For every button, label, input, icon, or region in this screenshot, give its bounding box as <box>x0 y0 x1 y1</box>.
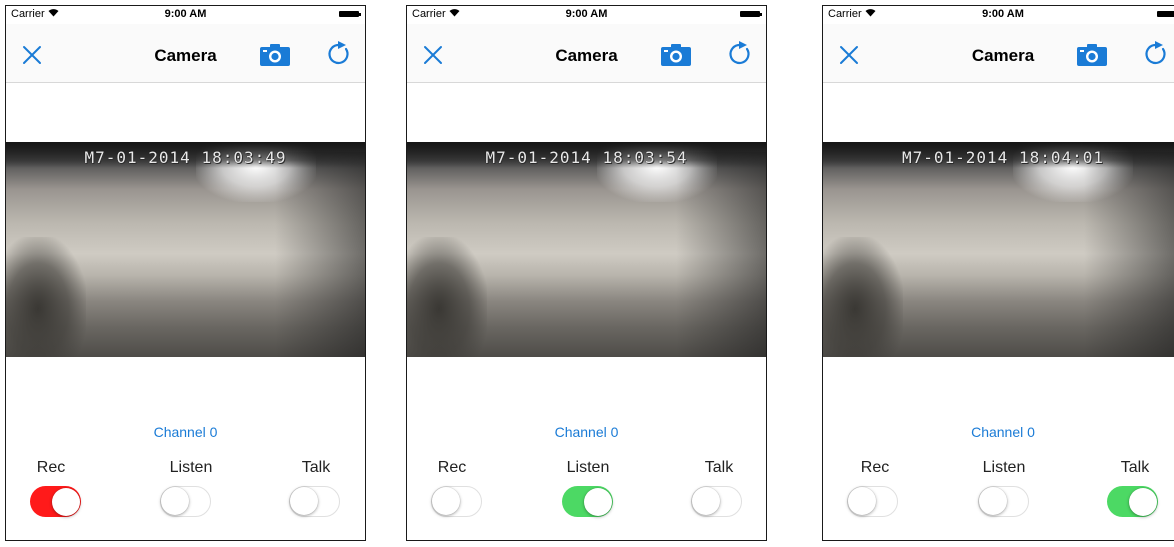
camera-icon[interactable] <box>1077 44 1107 66</box>
video-edge-shadow <box>1084 152 1174 357</box>
talk-switch[interactable] <box>289 486 340 517</box>
nav-bar: Camera <box>6 24 365 83</box>
battery-icon <box>740 11 762 17</box>
video-timestamp: M7-01-2014 18:03:49 <box>84 148 287 167</box>
rec-label: Rec <box>860 459 890 476</box>
talk-label: Talk <box>704 459 734 476</box>
listen-switch[interactable] <box>978 486 1029 517</box>
listen-label: Listen <box>169 459 213 476</box>
screen-listen: Carrier 9:00 AM Camera M7-01-2014 18:03:… <box>406 5 767 541</box>
camera-icon[interactable] <box>260 44 290 66</box>
video-shadow <box>407 237 487 357</box>
listen-label: Listen <box>982 459 1026 476</box>
switch-knob <box>692 487 720 515</box>
video-shadow <box>823 237 903 357</box>
talk-label: Talk <box>301 459 331 476</box>
refresh-icon[interactable] <box>1142 40 1170 68</box>
video-edge-shadow <box>275 152 365 357</box>
rec-label: Rec <box>36 459 66 476</box>
channel-link[interactable]: Channel 0 <box>6 424 365 440</box>
nav-bar: Camera <box>823 24 1174 83</box>
camera-icon[interactable] <box>661 44 691 66</box>
listen-label: Listen <box>566 459 610 476</box>
listen-switch[interactable] <box>562 486 613 517</box>
video-timestamp: M7-01-2014 18:03:54 <box>485 148 688 167</box>
rec-switch[interactable] <box>847 486 898 517</box>
switch-knob <box>161 487 189 515</box>
channel-link[interactable]: Channel 0 <box>823 424 1174 440</box>
switch-knob <box>848 487 876 515</box>
video-feed[interactable]: M7-01-2014 18:03:49 <box>6 142 365 357</box>
talk-switch[interactable] <box>691 486 742 517</box>
switch-knob <box>51 487 80 516</box>
status-bar: Carrier 9:00 AM <box>6 6 365 24</box>
video-shadow <box>6 237 86 357</box>
video-edge-shadow <box>676 152 766 357</box>
page-title: Camera <box>555 46 618 65</box>
battery-icon <box>1157 11 1174 17</box>
switch-knob <box>290 487 318 515</box>
video-feed[interactable]: M7-01-2014 18:04:01 <box>823 142 1174 357</box>
status-bar: Carrier 9:00 AM <box>407 6 766 24</box>
rec-switch[interactable] <box>30 486 81 517</box>
page-title: Camera <box>971 46 1035 65</box>
status-time: 9:00 AM <box>565 8 608 20</box>
battery-icon <box>339 11 361 17</box>
refresh-icon[interactable] <box>726 40 754 68</box>
talk-label: Talk <box>1120 459 1150 476</box>
status-bar: Carrier 9:00 AM <box>823 6 1174 24</box>
switch-knob <box>583 487 612 516</box>
switch-knob <box>979 487 1007 515</box>
channel-link[interactable]: Channel 0 <box>407 424 766 440</box>
video-timestamp: M7-01-2014 18:04:01 <box>901 148 1105 167</box>
rec-label: Rec <box>437 459 467 476</box>
listen-switch[interactable] <box>160 486 211 517</box>
screen-rec: Carrier 9:00 AM Camera M7-01-2014 18:03:… <box>5 5 366 541</box>
switch-knob <box>432 487 460 515</box>
rec-switch[interactable] <box>431 486 482 517</box>
page-title: Camera <box>154 46 217 65</box>
talk-switch[interactable] <box>1107 486 1158 517</box>
refresh-icon[interactable] <box>325 40 353 68</box>
switch-knob <box>1128 487 1157 516</box>
video-feed[interactable]: M7-01-2014 18:03:54 <box>407 142 766 357</box>
screen-talk: Carrier 9:00 AM Camera M7-01-2014 18:04:… <box>822 5 1174 541</box>
status-time: 9:00 AM <box>164 8 207 20</box>
status-time: 9:00 AM <box>982 8 1024 20</box>
nav-bar: Camera <box>407 24 766 83</box>
